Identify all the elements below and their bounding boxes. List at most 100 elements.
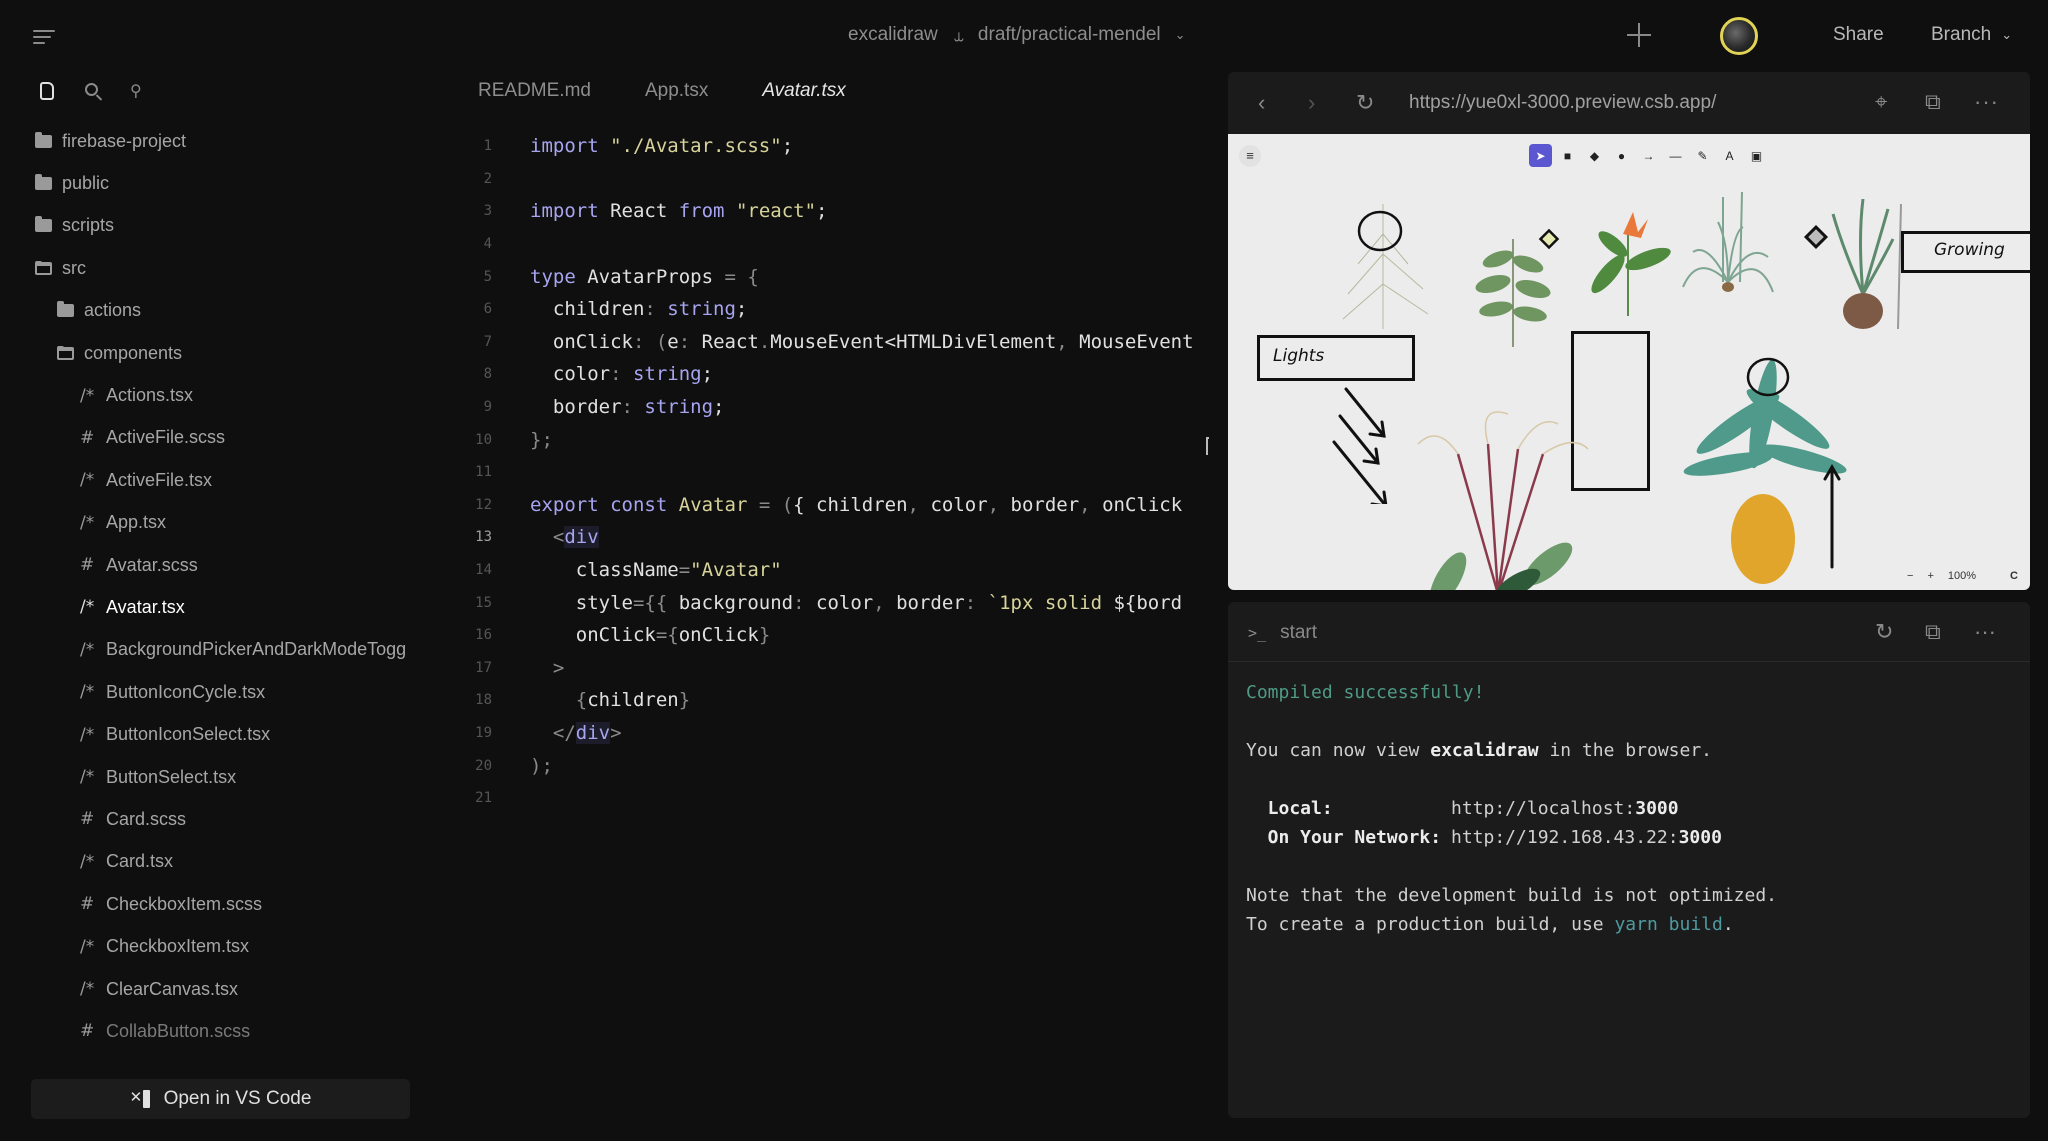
arrows-drawing — [1332, 387, 1388, 504]
tool-selection-icon[interactable]: ➤ — [1529, 144, 1552, 167]
file-item[interactable]: /* Avatar.tsx — [0, 586, 440, 628]
repo-name[interactable]: excalidraw — [848, 24, 938, 46]
file-item[interactable]: # Card.scss — [0, 798, 440, 840]
folder-item[interactable]: src — [0, 247, 440, 289]
tsx-file-icon: /* — [80, 682, 95, 703]
tsx-file-icon: /* — [80, 851, 95, 872]
zoom-level[interactable]: 100% — [1948, 570, 1976, 582]
code-line: 4 — [460, 228, 1194, 261]
preview-url[interactable]: https://yue0xl-3000.preview.csb.app/ — [1409, 92, 1716, 114]
branch-name[interactable]: draft/practical-mendel — [978, 24, 1161, 46]
zoom-in-button[interactable]: + — [1927, 570, 1933, 582]
tree-item-label: components — [84, 342, 183, 363]
terminal-text: You can now view — [1246, 740, 1431, 761]
tsx-file-icon: /* — [80, 936, 95, 957]
editor-tab[interactable]: Avatar.tsx — [762, 80, 845, 102]
terminal-panel: >_ start ↻ ⧉ ··· Compiled successfully! … — [1228, 602, 2030, 1118]
editor-tab[interactable]: App.tsx — [645, 80, 708, 102]
file-item[interactable]: /* App.tsx — [0, 502, 440, 544]
tool-line-icon[interactable]: — — [1664, 144, 1687, 167]
code-editor: README.md App.tsx Avatar.tsx 1 import "./Av… — [460, 72, 1220, 1141]
terminal-icon: >_ — [1248, 624, 1267, 642]
code-line: 18 {children} — [460, 684, 1194, 717]
open-in-new-window-icon[interactable]: ⧉ — [1925, 619, 1941, 645]
chevron-left-icon[interactable]: ‹ — [1258, 90, 1265, 116]
folder-item[interactable]: public — [0, 162, 440, 204]
plant-illustration-grass — [1342, 204, 1429, 329]
file-item[interactable]: # CollabButton.scss — [0, 1010, 440, 1052]
code-text: children: string; — [530, 298, 748, 321]
file-item[interactable]: /* ClearCanvas.tsx — [0, 968, 440, 1010]
reset-zoom-icon[interactable]: C — [2010, 570, 2018, 582]
tool-image-icon[interactable]: ▣ — [1745, 144, 1768, 167]
code-line: 2 — [460, 163, 1194, 196]
excalidraw-canvas[interactable]: ≡ ➤ ■ ◆ ● → — ✎ A ▣ Growing Lights − + 1… — [1228, 134, 2030, 590]
zoom-out-button[interactable]: − — [1907, 570, 1913, 582]
browser-preview-panel: ‹ › ↻ https://yue0xl-3000.preview.csb.ap… — [1228, 72, 2030, 590]
file-tree: firebase-project public scripts src actions c… — [0, 120, 440, 1053]
file-icon — [40, 82, 54, 100]
editor-tab[interactable]: README.md — [478, 80, 591, 102]
tree-item-label: firebase-project — [62, 130, 187, 151]
open-in-new-window-icon[interactable]: ⧉ — [1925, 89, 1941, 115]
repo-breadcrumb[interactable]: excalidraw ⥿ draft/practical-mendel ⌄ — [848, 24, 1186, 46]
file-item[interactable]: /* ActiveFile.tsx — [0, 459, 440, 501]
file-item[interactable]: /* ButtonIconSelect.tsx — [0, 713, 440, 755]
branch-button[interactable]: Branch ⌄ — [1931, 24, 2012, 46]
folder-item[interactable]: firebase-project — [0, 120, 440, 162]
file-item[interactable]: /* ButtonSelect.tsx — [0, 756, 440, 798]
editor-tabs: README.md App.tsx Avatar.tsx — [478, 80, 846, 102]
terminal-output[interactable]: Compiled successfully! You can now view … — [1246, 682, 1777, 943]
file-item[interactable]: /* Actions.tsx — [0, 374, 440, 416]
code-line: 17 > — [460, 652, 1194, 685]
restart-icon[interactable]: ↻ — [1875, 619, 1893, 645]
scss-file-icon: # — [80, 894, 95, 915]
tool-rectangle-icon[interactable]: ■ — [1556, 144, 1579, 167]
open-in-vscode-button[interactable]: Open in VS Code — [31, 1079, 410, 1119]
tool-ellipse-icon[interactable]: ● — [1610, 144, 1633, 167]
hamburger-menu-icon[interactable]: ≡ — [1239, 145, 1261, 167]
tab-files[interactable] — [38, 82, 58, 102]
tree-item-label: actions — [84, 300, 142, 321]
file-item[interactable]: /* ButtonIconCycle.tsx — [0, 671, 440, 713]
chevron-right-icon[interactable]: › — [1308, 90, 1315, 116]
tsx-file-icon: /* — [80, 512, 95, 533]
code-text: import React from "react"; — [530, 200, 828, 223]
code-text: className="Avatar" — [530, 559, 782, 582]
network-url[interactable]: http://192.168.43.22: — [1451, 827, 1679, 848]
folder-item[interactable]: actions — [0, 290, 440, 332]
tree-item-label: CheckboxItem.scss — [106, 893, 263, 914]
plus-icon[interactable] — [1626, 22, 1652, 48]
tsx-file-icon: /* — [80, 767, 95, 788]
tsx-file-icon: /* — [80, 639, 95, 660]
crosshair-icon[interactable]: ⌖ — [1875, 89, 1887, 115]
folder-item[interactable]: components — [0, 332, 440, 374]
tab-source-control[interactable]: ⚲ — [130, 82, 150, 102]
reload-icon[interactable]: ↻ — [1356, 90, 1374, 116]
file-item[interactable]: /* CheckboxItem.tsx — [0, 925, 440, 967]
tool-arrow-icon[interactable]: → — [1637, 144, 1660, 167]
user-avatar[interactable] — [1720, 17, 1758, 55]
code-text: color: string; — [530, 363, 714, 386]
terminal-tab[interactable]: >_ start — [1248, 622, 1317, 644]
more-icon[interactable]: ··· — [1974, 619, 1996, 645]
share-button[interactable]: Share — [1833, 24, 1884, 46]
file-item[interactable]: # Avatar.scss — [0, 544, 440, 586]
line-number: 13 — [475, 529, 492, 546]
folder-item[interactable]: scripts — [0, 205, 440, 247]
tab-search[interactable] — [84, 82, 104, 102]
code-text: export const Avatar = ({ children, color… — [530, 493, 1183, 516]
hamburger-menu-icon[interactable] — [33, 28, 55, 46]
tool-text-icon[interactable]: A — [1718, 144, 1741, 167]
tool-draw-icon[interactable]: ✎ — [1691, 144, 1714, 167]
file-item[interactable]: # ActiveFile.scss — [0, 417, 440, 459]
file-item[interactable]: # CheckboxItem.scss — [0, 883, 440, 925]
local-url[interactable]: http://localhost: — [1451, 798, 1635, 819]
file-item[interactable]: /* BackgroundPickerAndDarkModeTogg — [0, 629, 440, 671]
file-item[interactable]: /* Card.tsx — [0, 841, 440, 883]
more-icon[interactable]: ··· — [1974, 89, 1999, 115]
chevron-down-icon[interactable]: ⌄ — [1175, 27, 1186, 43]
code-area[interactable]: 1 import "./Avatar.scss"; 2 3 import React f… — [460, 130, 1194, 814]
tool-diamond-icon[interactable]: ◆ — [1583, 144, 1606, 167]
